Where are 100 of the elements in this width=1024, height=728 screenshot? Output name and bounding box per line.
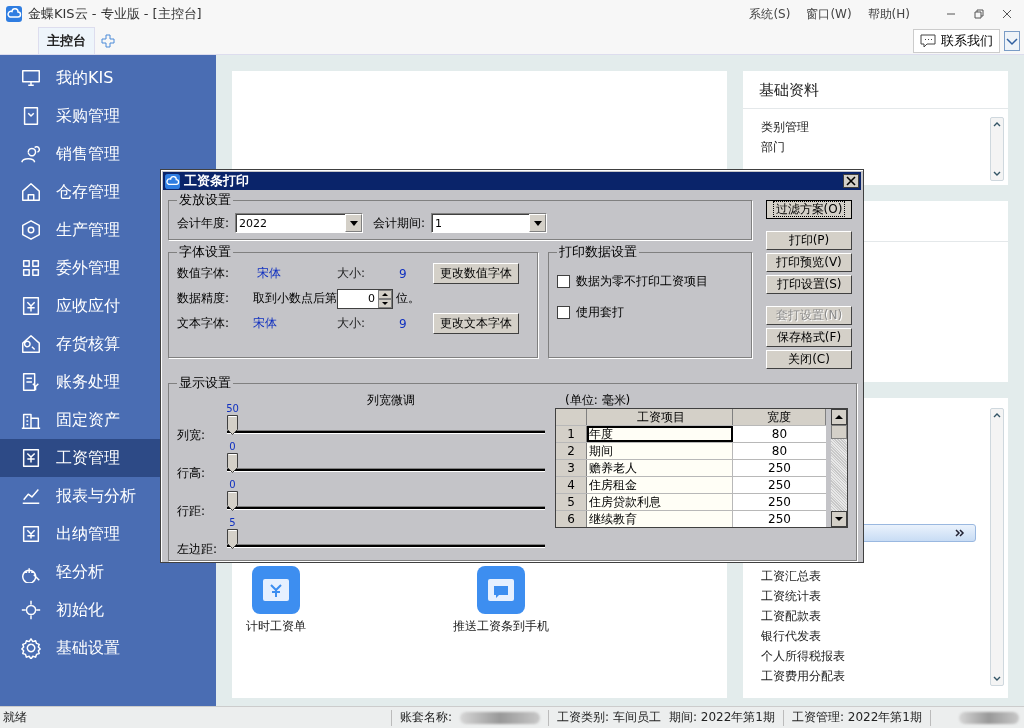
panel-title: 基础资料 <box>743 71 1008 109</box>
slider-caption: 列宽微调 <box>367 392 415 409</box>
table-cell[interactable]: 住房租金 <box>587 477 733 493</box>
field-label: 大小: <box>337 315 367 332</box>
scroll-up-icon[interactable] <box>993 121 1001 127</box>
table-cell[interactable]: 住房贷款利息 <box>587 494 733 510</box>
dropdown-field[interactable]: 2022 <box>235 213 364 233</box>
list-item[interactable]: 类别管理 <box>761 117 990 137</box>
list-item[interactable]: 银行代发表 <box>761 626 990 646</box>
status-text: 工资管理: 2022年第1期 <box>791 709 922 726</box>
dialog-button[interactable]: 打印设置(S) <box>766 275 852 294</box>
status-text: 期间: 2022年第1期 <box>668 709 775 726</box>
table-cell-text: 250 <box>767 460 792 476</box>
scrollbar[interactable] <box>831 409 847 527</box>
slider-thumb[interactable] <box>227 491 238 511</box>
settings-icon <box>20 637 42 659</box>
field-label: 大小: <box>337 265 367 282</box>
status-text: 工资类别: 车间员工 <box>557 709 661 726</box>
number-spinner[interactable]: 0 <box>337 288 393 309</box>
contact-button[interactable]: 联系我们 <box>913 29 1000 53</box>
slider-thumb[interactable] <box>227 453 238 473</box>
caret-icon[interactable] <box>529 214 547 232</box>
list-item[interactable]: 工资费用分配表 <box>761 666 990 686</box>
unit-note: (单位: 毫米) <box>565 392 632 406</box>
slider-thumb[interactable] <box>227 529 238 549</box>
menu-item[interactable]: 系统(S) <box>749 5 791 23</box>
checkbox[interactable] <box>557 306 570 319</box>
yen-icon <box>20 295 42 317</box>
dialog-button[interactable]: 过滤方案(O) <box>766 200 852 219</box>
restore-icon[interactable] <box>974 9 984 19</box>
target-icon <box>20 599 42 621</box>
menu-item[interactable]: 窗口(W) <box>806 5 852 23</box>
checkbox-label: 数据为零不打印工资项目 <box>576 273 708 290</box>
scroll-down-icon[interactable] <box>993 676 1001 682</box>
scrollbar[interactable] <box>990 408 1004 686</box>
close-icon[interactable] <box>843 174 859 188</box>
font-name: 宋体 <box>256 265 282 282</box>
list-item[interactable]: 工资汇总表 <box>761 566 990 586</box>
scroll-thumb[interactable] <box>831 425 847 439</box>
document-icon <box>20 371 42 393</box>
sidebar-item[interactable]: 采购管理 <box>0 97 216 135</box>
sidebar-item[interactable]: 初始化 <box>0 591 216 629</box>
group-title: 打印数据设置 <box>558 244 638 261</box>
scroll-down-icon[interactable] <box>831 511 847 527</box>
checkbox[interactable] <box>557 275 570 288</box>
slider-value: 0 <box>229 479 236 491</box>
redacted-block <box>958 711 1019 724</box>
column-header: 工资项目 <box>587 409 733 425</box>
table-cell[interactable]: 赡养老人 <box>587 460 733 476</box>
list-item[interactable]: 工资统计表 <box>761 586 990 606</box>
slider-label: 行距: <box>177 503 207 520</box>
row-number: 4 <box>556 477 587 493</box>
spin-down-icon[interactable] <box>378 298 392 308</box>
window-title: 金蝶KIS云 - 专业版 - [主控台] <box>28 5 202 23</box>
sidebar-item[interactable]: 销售管理 <box>0 135 216 173</box>
table-cell-text: 250 <box>767 511 792 527</box>
caret-icon[interactable] <box>345 214 363 232</box>
dialog-button[interactable]: 打印预览(V) <box>766 253 852 272</box>
sidebar-item[interactable]: 基础设置 <box>0 629 216 667</box>
dialog-button[interactable]: 保存格式(F) <box>766 328 852 347</box>
menu-item[interactable]: 帮助(H) <box>867 5 910 23</box>
hexagon-icon <box>20 219 42 241</box>
change-font-button[interactable]: 更改数值字体 <box>433 263 519 284</box>
monitor-icon <box>20 67 42 89</box>
tab[interactable]: 主控台 <box>38 27 95 54</box>
row-number: 5 <box>556 494 587 510</box>
house-icon <box>20 181 42 203</box>
font-size: 9 <box>399 316 408 331</box>
yen-card-icon[interactable] <box>252 566 300 614</box>
font-name: 宋体 <box>252 315 278 332</box>
status-text: 就绪 <box>3 709 28 726</box>
dialog-button[interactable]: 关闭(C) <box>766 350 852 369</box>
cloud-logo-icon <box>165 173 180 189</box>
people-icon <box>20 143 42 165</box>
table-cell[interactable]: 期间 <box>587 443 733 459</box>
dropdown-icon[interactable] <box>1004 31 1020 51</box>
shortcut-label[interactable]: 计时工资单 <box>246 618 306 635</box>
slider-thumb[interactable] <box>227 415 238 435</box>
close-icon[interactable] <box>1002 9 1012 19</box>
list-item[interactable]: 部门 <box>761 137 990 157</box>
change-font-button[interactable]: 更改文本字体 <box>433 313 519 334</box>
sidebar-item[interactable]: 我的KIS <box>0 59 216 97</box>
shortcut-label[interactable]: 推送工资条到手机 <box>453 618 549 635</box>
yen-icon <box>20 523 42 545</box>
scroll-down-icon[interactable] <box>993 170 1001 177</box>
table-cell[interactable]: 年度 <box>587 426 733 442</box>
dropdown-field[interactable]: 1 <box>431 213 548 233</box>
list-item[interactable]: 个人所得税报表 <box>761 646 990 666</box>
group-title: 字体设置 <box>178 244 232 261</box>
spin-up-icon[interactable] <box>378 289 392 299</box>
dialog-button[interactable]: 打印(P) <box>766 231 852 250</box>
scrollbar[interactable] <box>990 117 1004 181</box>
scroll-up-icon[interactable] <box>831 409 847 425</box>
list-item[interactable]: 工资配款表 <box>761 606 990 626</box>
chat-icon[interactable] <box>477 566 525 614</box>
slider-value: 50 <box>226 403 239 415</box>
scroll-up-icon[interactable] <box>993 412 1001 418</box>
table-cell[interactable]: 继续教育 <box>587 511 733 527</box>
table-cell-text: 80 <box>770 443 789 459</box>
field-label: 取到小数点后第 <box>253 290 337 307</box>
